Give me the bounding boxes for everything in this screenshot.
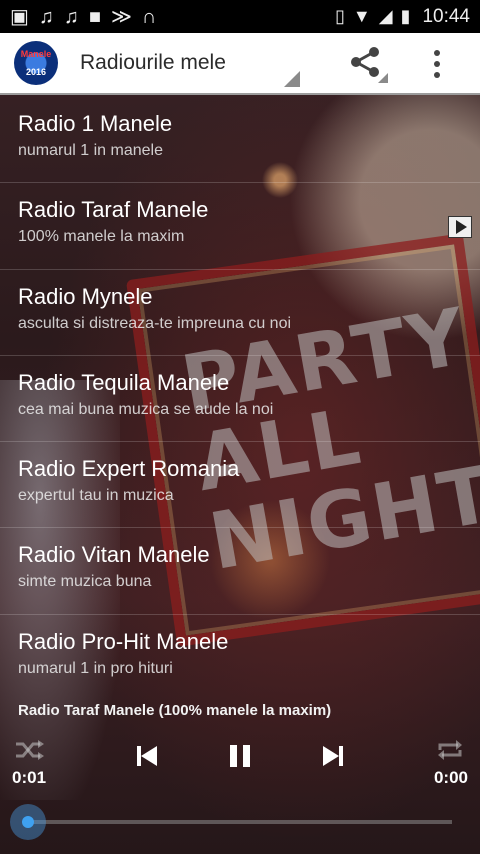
- station-description: numarul 1 in pro hituri: [18, 659, 173, 677]
- station-name: Radio Vitan Manele: [18, 542, 210, 568]
- station-description: simte muzica buna: [18, 573, 152, 591]
- clock-time: 10:44: [422, 5, 470, 27]
- now-playing-icon: [448, 216, 472, 239]
- station-description: numarul 1 in manele: [18, 142, 163, 159]
- logo-text: Manele: [20, 49, 52, 59]
- seek-bar-thumb[interactable]: [10, 804, 46, 840]
- station-list: Radio 1 Manele numarul 1 in manele Radio…: [0, 97, 480, 701]
- list-item[interactable]: Radio Tequila Manele cea mai buna muzica…: [0, 356, 480, 443]
- now-playing-label: Radio Taraf Manele (100% manele la maxim…: [18, 702, 332, 719]
- blank-square-icon: ■: [88, 5, 101, 28]
- station-name: Radio Taraf Manele: [18, 197, 209, 223]
- list-item[interactable]: Radio Pro-Hit Manele numarul 1 in pro hi…: [0, 615, 480, 701]
- pause-icon[interactable]: [228, 744, 252, 768]
- logo-year: 2016: [25, 67, 47, 77]
- shuffle-icon[interactable]: [14, 738, 44, 762]
- list-item[interactable]: Radio Expert Romania expertul tau in muz…: [0, 442, 480, 529]
- station-description: 100% manele la maxim: [18, 228, 185, 246]
- previous-icon[interactable]: [136, 744, 158, 768]
- station-name: Radio 1 Manele: [18, 111, 173, 136]
- list-item[interactable]: Radio Vitan Manele simte muzica buna: [0, 528, 480, 615]
- wifi-icon: ▼: [352, 6, 371, 26]
- next-icon[interactable]: [322, 744, 344, 768]
- app-bar: Manele 2016 Radiourile mele: [0, 33, 480, 95]
- fish-icon: ≫: [111, 5, 132, 28]
- overflow-menu-icon[interactable]: [434, 50, 440, 78]
- station-description: asculta si distreaza-te impreuna cu noi: [18, 314, 292, 332]
- vibrate-icon: ▯: [334, 6, 345, 26]
- headphones-icon: ∩: [141, 5, 157, 28]
- station-description: cea mai buna muzica se aude la noi: [18, 400, 274, 418]
- page-title-dropdown[interactable]: Radiourile mele: [80, 51, 226, 75]
- list-item[interactable]: Radio 1 Manele numarul 1 in manele: [0, 97, 480, 184]
- station-name: Radio Expert Romania: [18, 456, 240, 482]
- list-item[interactable]: Radio Mynele asculta si distreaza-te imp…: [0, 270, 480, 356]
- share-dropdown-indicator-icon: [378, 73, 388, 83]
- station-name: Radio Mynele: [18, 283, 153, 309]
- dropdown-indicator-icon: [284, 71, 300, 87]
- repeat-icon[interactable]: [436, 738, 464, 762]
- station-name: Radio Tequila Manele: [18, 369, 230, 395]
- station-name: Radio Pro-Hit Manele: [18, 628, 229, 654]
- app-logo[interactable]: Manele 2016: [14, 41, 58, 85]
- music-note-icon: ♫: [63, 5, 79, 28]
- image-icon: ▣: [10, 5, 29, 28]
- signal-icon: ◢: [378, 6, 393, 26]
- elapsed-time: 0:01: [12, 768, 47, 787]
- music-note-icon: ♫: [38, 5, 54, 28]
- seek-bar-track[interactable]: [28, 820, 452, 824]
- list-item[interactable]: Radio Taraf Manele 100% manele la maxim: [0, 183, 480, 270]
- total-duration: 0:00: [433, 768, 468, 787]
- battery-icon: ▮: [400, 6, 411, 26]
- station-description: expertul tau in muzica: [18, 487, 174, 505]
- status-bar: ▣ ♫ ♫ ■ ≫ ∩ ▯ ▼ ◢ ▮ 10:44: [0, 0, 480, 33]
